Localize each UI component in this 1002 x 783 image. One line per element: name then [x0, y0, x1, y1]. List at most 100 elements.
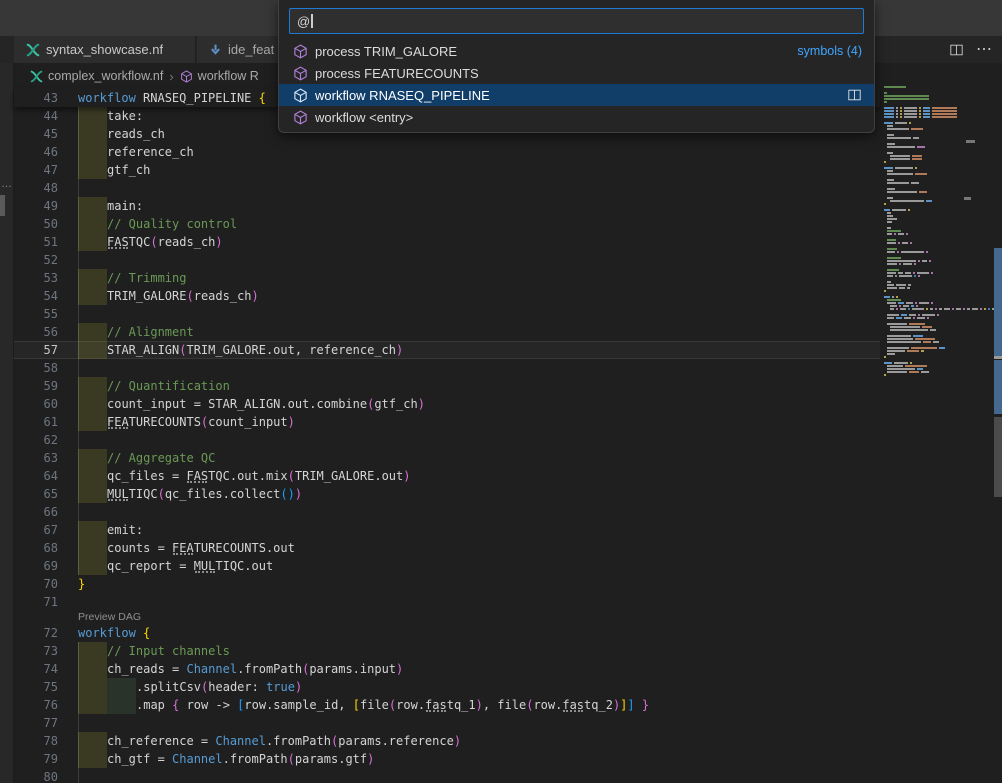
- code-line-71[interactable]: 71: [14, 593, 880, 611]
- split-editor-icon[interactable]: [949, 43, 964, 57]
- nextflow-icon: [26, 43, 40, 57]
- minimap-decoration: [964, 197, 971, 200]
- code-line-content: TRIM_GALORE(reads_ch): [78, 287, 880, 305]
- code-line-75[interactable]: 75.splitCsv(header: true): [14, 678, 880, 696]
- symbol-module-icon: [293, 110, 308, 125]
- line-number: 76: [14, 696, 78, 714]
- code-line-69[interactable]: 69qc_report = MULTIQC.out: [14, 557, 880, 575]
- minimap[interactable]: [884, 86, 990, 776]
- code-line-74[interactable]: 74ch_reads = Channel.fromPath(params.inp…: [14, 660, 880, 678]
- quick-open-item-label: process FEATURECOUNTS: [315, 66, 479, 81]
- code-line-60[interactable]: 60count_input = STAR_ALIGN.out.combine(g…: [14, 395, 880, 413]
- code-line-content: // Aggregate QC: [78, 449, 880, 467]
- line-number: 68: [14, 539, 78, 557]
- codelens-preview-dag[interactable]: Preview DAG: [14, 611, 880, 624]
- code-line-78[interactable]: 78ch_reference = Channel.fromPath(params…: [14, 732, 880, 750]
- code-line-79[interactable]: 79ch_gtf = Channel.fromPath(params.gtf): [14, 750, 880, 768]
- left-rail-scrollbar[interactable]: [0, 195, 5, 216]
- code-line-51[interactable]: 51FASTQC(reads_ch): [14, 233, 880, 251]
- quick-open-item[interactable]: workflow <entry>: [279, 106, 874, 128]
- code-line-content: [78, 359, 880, 377]
- code-line-content: MULTIQC(qc_files.collect()): [78, 485, 880, 503]
- symbol-module-icon: [293, 66, 308, 81]
- code-line-46[interactable]: 46reference_ch: [14, 143, 880, 161]
- line-number: 46: [14, 143, 78, 161]
- code-line-50[interactable]: 50// Quality control: [14, 215, 880, 233]
- line-number: 54: [14, 287, 78, 305]
- line-number: 75: [14, 678, 78, 696]
- code-line-54[interactable]: 54TRIM_GALORE(reads_ch): [14, 287, 880, 305]
- code-line-content: [78, 503, 880, 521]
- code-line-80[interactable]: 80: [14, 768, 880, 783]
- quick-open-list: process TRIM_GALOREsymbols (4) process FE…: [279, 40, 874, 128]
- code-line-content: [78, 768, 880, 783]
- code-line-content: // Quantification: [78, 377, 880, 395]
- split-editor-icon[interactable]: [847, 88, 862, 102]
- code-line-content: [78, 251, 880, 269]
- code-line-content: count_input = STAR_ALIGN.out.combine(gtf…: [78, 395, 880, 413]
- code-line-59[interactable]: 59// Quantification: [14, 377, 880, 395]
- code-line-73[interactable]: 73// Input channels: [14, 642, 880, 660]
- tab-syntax-showcase[interactable]: syntax_showcase.nf: [14, 36, 196, 63]
- code-line-content: .splitCsv(header: true): [78, 678, 880, 696]
- code-line-52[interactable]: 52: [14, 251, 880, 269]
- code-line-72[interactable]: 72workflow {: [14, 624, 880, 642]
- code-line-58[interactable]: 58: [14, 359, 880, 377]
- line-number: 58: [14, 359, 78, 377]
- code-line-content: ch_reads = Channel.fromPath(params.input…: [78, 660, 880, 678]
- code-line-47[interactable]: 47gtf_ch: [14, 161, 880, 179]
- quick-open-item[interactable]: process TRIM_GALOREsymbols (4): [279, 40, 874, 62]
- code-line-70[interactable]: 70}: [14, 575, 880, 593]
- code-line-56[interactable]: 56// Alignment: [14, 323, 880, 341]
- code-line-57[interactable]: 57STAR_ALIGN(TRIM_GALORE.out, reference_…: [14, 341, 880, 359]
- line-number: 80: [14, 768, 78, 783]
- code-line-61[interactable]: 61FEATURECOUNTS(count_input): [14, 413, 880, 431]
- quick-open-input[interactable]: @: [289, 8, 864, 34]
- line-number: 66: [14, 503, 78, 521]
- overview-decoration: [994, 248, 1002, 356]
- overview-ruler[interactable]: [994, 89, 1002, 783]
- code-line-64[interactable]: 64qc_files = FASTQC.out.mix(TRIM_GALORE.…: [14, 467, 880, 485]
- code-line-content: main:: [78, 197, 880, 215]
- code-line-55[interactable]: 55: [14, 305, 880, 323]
- code-line-66[interactable]: 66: [14, 503, 880, 521]
- left-rail: …: [0, 63, 14, 783]
- code-line-content: // Quality control: [78, 215, 880, 233]
- quick-open-item[interactable]: workflow RNASEQ_PIPELINE: [279, 84, 874, 106]
- line-number: 51: [14, 233, 78, 251]
- code-line-65[interactable]: 65MULTIQC(qc_files.collect()): [14, 485, 880, 503]
- line-number: 57: [14, 341, 78, 359]
- code-line-49[interactable]: 49main:: [14, 197, 880, 215]
- line-number: 48: [14, 179, 78, 197]
- vscode-window: syntax_showcase.nf ide_feat ⋯ complex_wo…: [0, 0, 1002, 783]
- code-line-76[interactable]: 76.map { row -> [row.sample_id, [file(ro…: [14, 696, 880, 714]
- code-editor[interactable]: 43workflow RNASEQ_PIPELINE {44take:45rea…: [14, 89, 880, 783]
- breadcrumb-file[interactable]: complex_workflow.nf: [48, 69, 163, 83]
- tab-label: syntax_showcase.nf: [46, 42, 163, 57]
- code-line-77[interactable]: 77: [14, 714, 880, 732]
- code-line-62[interactable]: 62: [14, 431, 880, 449]
- overview-decoration: [994, 356, 1002, 359]
- code-line-content: // Alignment: [78, 323, 880, 341]
- code-line-content: qc_files = FASTQC.out.mix(TRIM_GALORE.ou…: [78, 467, 880, 485]
- line-number: 73: [14, 642, 78, 660]
- quick-open-item-label: process TRIM_GALORE: [315, 44, 457, 59]
- more-actions-icon[interactable]: ⋯: [976, 45, 994, 55]
- quick-open-item[interactable]: process FEATURECOUNTS: [279, 62, 874, 84]
- breadcrumb-symbol[interactable]: workflow R: [198, 69, 259, 83]
- code-line-63[interactable]: 63// Aggregate QC: [14, 449, 880, 467]
- code-line-67[interactable]: 67emit:: [14, 521, 880, 539]
- code-line-content: // Input channels: [78, 642, 880, 660]
- nextflow-icon: [30, 70, 43, 83]
- download-arrow-icon: [209, 43, 222, 56]
- line-number: 78: [14, 732, 78, 750]
- scrollbar-thumb[interactable]: [994, 417, 1002, 497]
- code-line-53[interactable]: 53// Trimming: [14, 269, 880, 287]
- line-number: 71: [14, 593, 78, 611]
- code-line-68[interactable]: 68counts = FEATURECOUNTS.out: [14, 539, 880, 557]
- code-line-content: ch_reference = Channel.fromPath(params.r…: [78, 732, 880, 750]
- code-line-content: reference_ch: [78, 143, 880, 161]
- code-line-48[interactable]: 48: [14, 179, 880, 197]
- code-line-content: FASTQC(reads_ch): [78, 233, 880, 251]
- text-cursor: [311, 14, 313, 28]
